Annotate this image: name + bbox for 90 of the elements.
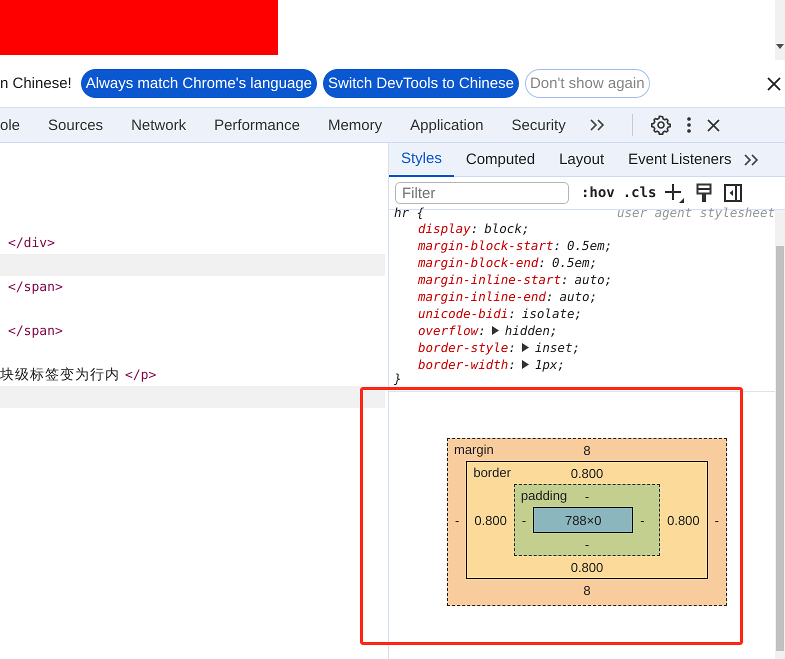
expand-icon[interactable]	[492, 326, 499, 335]
css-property[interactable]: margin-inline-end	[418, 289, 546, 304]
colon: :	[538, 255, 546, 270]
hover-state-toggle[interactable]: :hov	[581, 185, 615, 201]
settings-icon[interactable]	[650, 115, 671, 135]
css-value[interactable]: 1px;	[534, 357, 565, 372]
box-value[interactable]: 0.800	[570, 466, 604, 480]
css-property[interactable]: unicode-bidi	[418, 306, 508, 321]
box-value[interactable]: -	[708, 512, 726, 528]
css-property[interactable]: border-style	[418, 340, 508, 355]
sidebar-tab[interactable]: Event Listeners	[616, 142, 744, 176]
sidebar-tab[interactable]: Styles	[389, 142, 454, 176]
more-options-icon[interactable]	[686, 117, 691, 133]
class-toggle[interactable]: .cls	[622, 185, 656, 201]
css-property[interactable]: overflow	[418, 323, 478, 338]
css-property[interactable]: margin-inline-start	[418, 272, 561, 287]
infobar-button[interactable]: Don't show again	[524, 69, 650, 98]
rule-source: user agent stylesheet	[616, 205, 775, 220]
closing-brace: }	[394, 373, 403, 385]
paint-brush-icon[interactable]	[696, 183, 712, 203]
css-selector: hr {	[394, 205, 424, 220]
css-value[interactable]: isolate;	[522, 306, 582, 321]
sidebar-tab[interactable]: Layout	[547, 142, 616, 176]
node-text: 块级标签变为行内	[0, 366, 120, 384]
box-label: margin	[454, 442, 494, 457]
box-value[interactable]: -	[448, 512, 466, 528]
css-value[interactable]: hidden;	[504, 323, 558, 338]
scrollbar[interactable]	[775, 210, 785, 659]
box-value[interactable]: -	[584, 488, 590, 504]
closing-tag: </span>	[8, 280, 63, 294]
expand-icon[interactable]	[522, 360, 529, 369]
panel-tab[interactable]: Application	[396, 116, 498, 134]
css-value[interactable]: auto;	[574, 272, 612, 287]
css-property[interactable]: margin-block-end	[418, 255, 538, 270]
infobar-button[interactable]: Switch DevTools to Chinese	[323, 69, 519, 98]
colon: :	[508, 357, 516, 372]
panel-tab[interactable]: Network	[117, 116, 200, 134]
infobar-button[interactable]: Always match Chrome's language	[80, 69, 318, 98]
box-value[interactable]: 0.800	[467, 512, 514, 528]
colon: :	[470, 221, 478, 236]
box-value[interactable]: -	[584, 536, 590, 552]
expand-icon[interactable]	[522, 343, 529, 352]
scrollbar[interactable]	[775, 0, 785, 60]
box-label: border	[473, 465, 511, 480]
dom-node-row[interactable]: </span>	[0, 276, 388, 298]
colon: :	[553, 238, 561, 253]
new-rule-icon[interactable]	[664, 183, 684, 203]
dom-node-row[interactable]: 块级标签变为行内 </p>	[0, 364, 388, 386]
box-value[interactable]: 0.800	[570, 560, 604, 574]
css-property[interactable]: display	[418, 221, 471, 236]
panel-tab[interactable]: ole	[0, 116, 34, 134]
scrollbar-thumb[interactable]	[776, 246, 784, 651]
colon: :	[508, 340, 516, 355]
box-label: padding	[520, 488, 568, 503]
box-value[interactable]: -	[514, 512, 534, 528]
colon: :	[561, 272, 569, 287]
dom-node-row[interactable]	[0, 386, 385, 408]
box-value[interactable]: 0.800	[660, 512, 707, 528]
css-value[interactable]: inset;	[534, 340, 580, 355]
panel-tab[interactable]: Memory	[314, 116, 396, 134]
css-property[interactable]: margin-block-start	[418, 238, 554, 253]
sidebar-tab[interactable]: Computed	[454, 142, 548, 176]
css-value[interactable]: 0.5em;	[567, 238, 612, 253]
more-tabs-icon[interactable]	[590, 119, 606, 131]
sidebar-toggle-icon[interactable]	[724, 184, 742, 202]
closing-tag: </span>	[8, 324, 63, 338]
colon: :	[508, 306, 516, 321]
infobar-message: n Chinese!	[0, 75, 72, 92]
dom-node-row[interactable]: </span>	[0, 320, 388, 342]
scroll-down-icon[interactable]	[776, 44, 784, 50]
closing-tag: </div>	[8, 236, 55, 250]
more-tabs-icon[interactable]	[744, 154, 760, 166]
panel-tab[interactable]: Performance	[200, 116, 314, 134]
panel-tab[interactable]: Sources	[34, 116, 118, 134]
box-value[interactable]: 8	[583, 582, 591, 598]
dom-node-row[interactable]: </div>	[0, 232, 388, 254]
closing-tag: </p>	[125, 368, 156, 382]
close-icon[interactable]	[706, 118, 720, 132]
box-value[interactable]: -	[633, 512, 652, 528]
content-box[interactable]: 788×0	[533, 507, 634, 533]
css-value[interactable]: block;	[484, 221, 530, 236]
colon: :	[546, 289, 554, 304]
box-value[interactable]: 8	[583, 442, 591, 458]
close-icon[interactable]	[767, 76, 781, 90]
css-value[interactable]: 0.5em;	[552, 255, 598, 270]
colon: :	[478, 323, 486, 338]
panel-tab[interactable]: Security	[498, 116, 580, 134]
css-property[interactable]: border-width	[418, 357, 508, 372]
filter-field[interactable]: Filter	[395, 182, 569, 204]
css-value[interactable]: auto;	[559, 289, 598, 304]
